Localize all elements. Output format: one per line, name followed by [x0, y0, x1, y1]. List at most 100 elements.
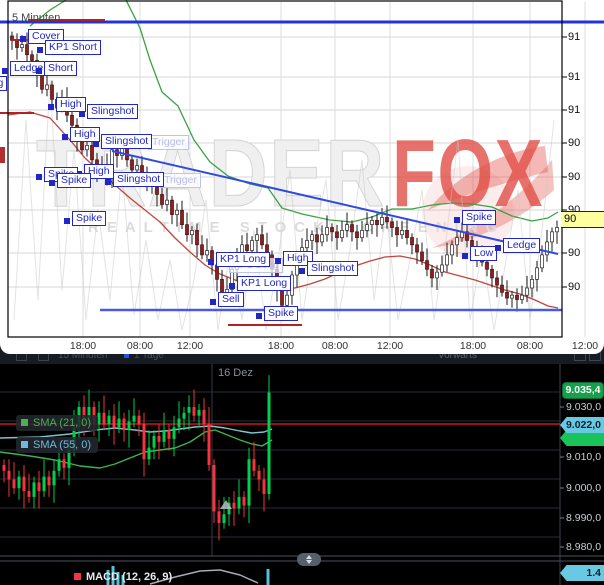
price-tick-label: 90 [568, 247, 580, 259]
candle-body [326, 228, 329, 235]
current-price-tag: 90 [561, 211, 604, 228]
signal-marker-icon [208, 259, 214, 265]
signal-marker-icon [105, 179, 111, 185]
candle-body [53, 471, 56, 486]
top-analysis-chart-panel[interactable]: TRADER FOX REALTIME STOCK SCREENING 5 Mi… [0, 0, 604, 354]
signal-label: Slingshot [87, 104, 138, 119]
signal-label: Spike [72, 211, 106, 226]
candle-body [68, 451, 71, 468]
candle-body [131, 160, 134, 170]
bottom-chart-canvas[interactable] [0, 348, 604, 585]
triangle-marker-icon [220, 500, 232, 509]
candle-body [216, 265, 219, 279]
signal-label: Short [44, 61, 77, 76]
candle-body [31, 55, 34, 61]
candle-body [3, 465, 6, 471]
candle-body [251, 240, 254, 250]
candle-body [183, 413, 186, 419]
candle-body [41, 75, 44, 89]
candle-body [233, 503, 236, 509]
scale-price-label: 9.010,0 [566, 451, 601, 463]
candle-body [486, 262, 489, 269]
candle-body [178, 419, 181, 428]
sma55-color-icon [21, 441, 28, 448]
signal-marker-icon [49, 180, 55, 186]
signal-label: Trigger [148, 135, 189, 150]
candle-body [58, 459, 61, 471]
candle-body [86, 145, 89, 149]
time-tick-label: 08:00 [127, 340, 153, 352]
candle-body [173, 427, 176, 439]
signal-marker-icon [229, 283, 235, 289]
candle-body [546, 242, 549, 255]
candle-body [256, 235, 259, 241]
candle-body [246, 245, 249, 251]
candle-body [8, 471, 11, 480]
candle-body [16, 40, 19, 47]
signal-marker-icon [462, 253, 468, 259]
signal-label: Spike [264, 306, 298, 321]
candle-body [431, 269, 434, 278]
candle-body [526, 288, 529, 295]
signal-label: Long [0, 76, 7, 91]
candle-body [356, 232, 359, 238]
candle-body [406, 230, 409, 237]
candle-body [166, 200, 169, 204]
pane-resize-handle[interactable] [297, 553, 321, 566]
signal-marker-icon [48, 104, 54, 110]
candle-body [261, 235, 264, 245]
candle-body [218, 511, 221, 523]
signal-marker-icon [210, 299, 216, 305]
candle-body [253, 459, 256, 471]
candle-body [123, 419, 126, 431]
candle-body [193, 407, 196, 416]
signal-label: Trigger [160, 173, 201, 188]
candle-body [196, 230, 199, 244]
candle-body [391, 222, 394, 228]
candle-body [118, 419, 121, 428]
session-date-label: 16 Dez [218, 367, 253, 379]
candle-body [138, 416, 141, 425]
candle-body [396, 228, 399, 235]
candle-body [258, 471, 261, 480]
macd-legend[interactable]: MACD (12, 26, 9) [74, 571, 172, 583]
candle-body [376, 220, 379, 224]
signal-label: Slingshot [307, 261, 358, 276]
candle-body [136, 166, 139, 170]
candle-body [521, 295, 524, 299]
time-tick-label: 18:00 [268, 340, 294, 352]
candle-body [331, 228, 334, 232]
candle-body [536, 268, 539, 280]
candle-body [541, 255, 544, 268]
candle-body [128, 422, 131, 431]
candle-body [366, 225, 369, 231]
signal-label: Low [470, 246, 497, 261]
candle-body [496, 278, 499, 285]
time-tick-label: 12:00 [377, 340, 403, 352]
signal-marker-icon [37, 47, 43, 53]
candle-body [46, 85, 49, 89]
edge-partial-candle [0, 147, 5, 163]
arrow-down-icon [306, 560, 312, 564]
candle-body [436, 272, 439, 278]
candle-body [506, 292, 509, 298]
signal-label: KP1 Short [45, 40, 101, 55]
candle-body [451, 245, 454, 255]
candle-body [371, 220, 374, 224]
candle-body [401, 230, 404, 234]
price-tick-label: 90 [568, 137, 580, 149]
price-tick-label: 91 [568, 104, 580, 116]
candle-body [13, 480, 16, 489]
time-tick-label: 12:00 [177, 340, 203, 352]
candle-body [386, 217, 389, 221]
candle-body [351, 225, 354, 232]
signal-label: Ledge [503, 238, 540, 253]
sma55-legend[interactable]: SMA (55, 0) [16, 437, 98, 453]
timeframe-label: 5 Minuten [12, 12, 60, 24]
candle-body [491, 269, 494, 278]
signal-marker-icon [79, 111, 85, 117]
sma21-legend[interactable]: SMA (21, 0) [16, 415, 98, 431]
candle-body [516, 295, 519, 299]
candle-body [148, 448, 151, 460]
candle-body [63, 459, 66, 468]
